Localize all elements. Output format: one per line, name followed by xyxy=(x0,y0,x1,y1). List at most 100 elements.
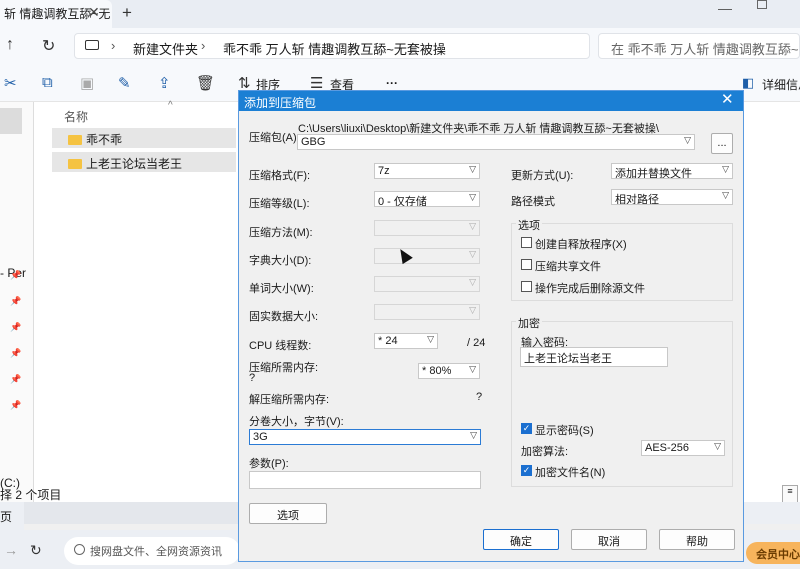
encryption-method-label: 加密算法: xyxy=(521,446,569,458)
chevron-down-icon: ▽ xyxy=(469,164,476,174)
cancel-button[interactable]: 取消 xyxy=(571,529,647,550)
archive-name-combo[interactable]: GBG ▽ xyxy=(297,134,695,150)
memory-usage-value: * 80% xyxy=(422,365,452,377)
search-input[interactable]: 在 乖不乖 万人斩 情趣调教互舔~无套被操 xyxy=(598,33,800,59)
update-mode-label: 更新方式(U): xyxy=(511,170,574,182)
volume-size-label: 分卷大小，字节(V): xyxy=(249,416,344,428)
pin-icon: 📌 xyxy=(10,374,22,384)
delete-icon[interactable]: 🗑 xyxy=(196,74,215,92)
file-name: 乖不乖 xyxy=(86,133,123,147)
new-tab-button[interactable]: + xyxy=(122,3,132,23)
pin-icon: 📌 xyxy=(10,296,22,306)
sfx-checkbox[interactable] xyxy=(521,237,532,248)
word-size-select[interactable]: ▽ xyxy=(374,276,480,292)
show-password-label: 显示密码(S) xyxy=(535,425,594,437)
refresh-icon[interactable]: ↻ xyxy=(30,542,42,559)
sort-arrow-icon: ^ xyxy=(168,100,173,111)
chevron-down-icon: ▽ xyxy=(470,430,477,440)
shared-files-label: 压缩共享文件 xyxy=(535,261,601,273)
show-password-checkbox[interactable]: ✓ xyxy=(521,423,532,434)
delete-after-checkbox[interactable] xyxy=(521,281,532,292)
dialog-titlebar[interactable]: 添加到压缩包 ✕ xyxy=(239,91,743,111)
browse-button[interactable]: ... xyxy=(711,133,733,154)
memory-decompress-label: 解压缩所需内存: xyxy=(249,394,330,406)
ok-button[interactable]: 确定 xyxy=(483,529,559,550)
breadcrumb-item[interactable]: 乖不乖 万人斩 情趣调教互舔~无套被操 xyxy=(223,39,446,58)
memory-compress-value: ? xyxy=(249,372,256,384)
delete-after-label: 操作完成后删除源文件 xyxy=(535,283,645,295)
method-select[interactable]: ▽ xyxy=(374,220,480,236)
vip-center-button[interactable]: 会员中心 xyxy=(746,542,800,564)
pin-icon: 📌 xyxy=(10,400,22,410)
nav-selected-item[interactable] xyxy=(0,108,22,134)
monitor-icon xyxy=(85,40,99,50)
solid-block-label: 固实数据大小: xyxy=(249,311,319,323)
tab-bar: 斩 情趣调教互舔~无 ✕ + — xyxy=(0,0,800,28)
view-toggle-icon[interactable]: ≡ xyxy=(782,485,798,503)
up-arrow-icon[interactable]: ↑ xyxy=(6,36,14,54)
close-icon[interactable]: ✕ xyxy=(721,92,734,108)
rename-icon[interactable]: ✎ xyxy=(118,74,131,92)
cpu-threads-select[interactable]: * 24 ▽ xyxy=(374,333,438,349)
list-item[interactable]: 乖不乖 xyxy=(52,128,236,148)
level-value: 0 - 仅存储 xyxy=(378,196,427,207)
maximize-icon[interactable] xyxy=(757,0,767,9)
net-search-input[interactable]: 搜网盘文件、全网资源资讯 xyxy=(64,537,240,565)
level-select[interactable]: 0 - 仅存储 ▽ xyxy=(374,191,480,207)
encrypt-names-checkbox[interactable]: ✓ xyxy=(521,465,532,476)
more-options-button[interactable]: ··· xyxy=(386,76,398,90)
volume-size-select[interactable]: 3G ▽ xyxy=(249,429,481,445)
address-field[interactable]: › 新建文件夹 › 乖不乖 万人斩 情趣调教互舔~无套被操 xyxy=(74,33,590,59)
path-mode-select[interactable]: 相对路径 ▽ xyxy=(611,189,733,205)
chevron-down-icon: ▽ xyxy=(722,164,729,174)
chevron-down-icon: ▽ xyxy=(469,221,476,231)
dictionary-select[interactable]: ▽ xyxy=(374,248,480,264)
cut-icon[interactable]: ✂ xyxy=(4,74,17,92)
breadcrumb-item[interactable]: 新建文件夹 xyxy=(133,39,198,58)
refresh-icon[interactable]: ↻ xyxy=(42,36,55,56)
share-icon[interactable]: ⇪ xyxy=(158,74,171,92)
folder-icon xyxy=(68,159,82,169)
details-button[interactable]: 详细信息 xyxy=(762,76,800,93)
memory-decompress-value: ? xyxy=(476,391,483,403)
dictionary-label: 字典大小(D): xyxy=(249,255,312,267)
volume-size-value: 3G xyxy=(253,431,268,443)
encrypt-names-label: 加密文件名(N) xyxy=(535,467,606,479)
path-mode-value: 相对路径 xyxy=(615,194,659,205)
sfx-label: 创建自释放程序(X) xyxy=(535,239,627,251)
back-arrow-icon[interactable]: → xyxy=(4,542,18,558)
minimize-icon[interactable]: — xyxy=(718,0,732,16)
chevron-down-icon: ▽ xyxy=(469,305,476,315)
options-button[interactable]: 选项 xyxy=(249,503,327,524)
shared-files-checkbox[interactable] xyxy=(521,259,532,270)
help-button[interactable]: 帮助 xyxy=(659,529,735,550)
chevron-down-icon: ▽ xyxy=(469,249,476,259)
add-to-archive-dialog: 添加到压缩包 ✕ 压缩包(A): C:\Users\liuxi\Desktop\… xyxy=(238,90,744,562)
pane-edge xyxy=(24,502,240,524)
update-mode-value: 添加并替换文件 xyxy=(615,168,692,179)
chevron-down-icon: ▽ xyxy=(469,277,476,287)
paste-icon[interactable]: ▣ xyxy=(80,74,94,92)
format-select[interactable]: 7z ▽ xyxy=(374,163,480,179)
list-item[interactable]: 上老王论坛当老王 xyxy=(52,152,236,172)
update-mode-select[interactable]: 添加并替换文件 ▽ xyxy=(611,163,733,179)
format-label: 压缩格式(F): xyxy=(249,170,311,182)
dialog-title: 添加到压缩包 xyxy=(244,96,317,110)
tab-close-icon[interactable]: ✕ xyxy=(88,4,100,21)
cpu-threads-value: * 24 xyxy=(378,335,398,347)
column-header-name[interactable]: 名称 xyxy=(64,108,88,125)
password-input[interactable]: 上老王论坛当老王 xyxy=(520,347,668,367)
memory-usage-select[interactable]: * 80% ▽ xyxy=(418,363,480,379)
pin-icon: 📌 xyxy=(10,322,22,332)
page-label: 页 xyxy=(0,510,13,524)
method-label: 压缩方法(M): xyxy=(249,227,313,239)
encryption-method-select[interactable]: AES-256 ▽ xyxy=(641,440,725,456)
options-group-title: 选项 xyxy=(516,217,542,233)
solid-block-select[interactable]: ▽ xyxy=(374,304,480,320)
chevron-down-icon: ▽ xyxy=(469,364,476,374)
parameters-input[interactable] xyxy=(249,471,481,489)
tab-current-folder[interactable]: 斩 情趣调教互舔~无 ✕ xyxy=(0,0,112,28)
copy-icon[interactable]: ⧉ xyxy=(42,74,53,91)
format-value: 7z xyxy=(378,165,390,177)
status-text: 择 2 个项目 xyxy=(0,488,62,502)
